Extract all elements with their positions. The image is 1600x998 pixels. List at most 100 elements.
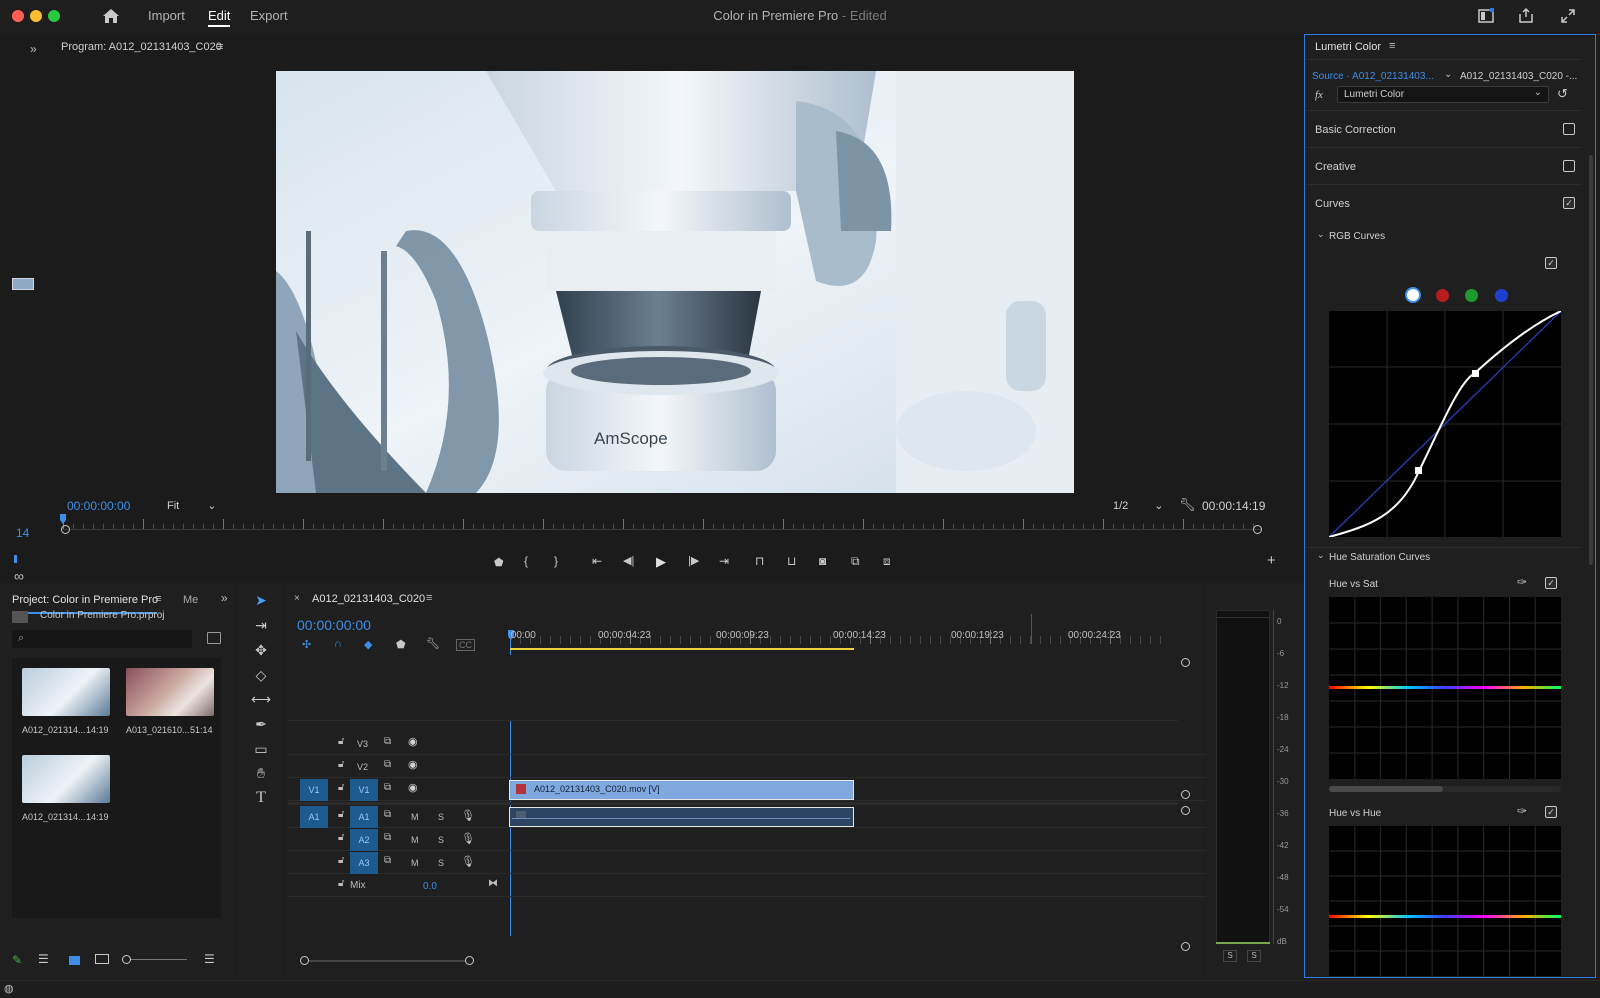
channel-green-button[interactable] [1465, 289, 1478, 302]
curves-header[interactable]: Curves [1315, 198, 1350, 210]
basic-correction-checkbox[interactable] [1563, 123, 1575, 135]
solo-left-button[interactable]: S [1223, 950, 1237, 962]
overwrite-icon[interactable]: ⧈ [883, 554, 891, 569]
lock-track-icon[interactable]: 🔓︎ [338, 736, 344, 747]
hscroll-right-handle[interactable] [465, 956, 474, 965]
project-search-input[interactable]: ⌕ [12, 630, 192, 648]
project-menu-icon[interactable]: ≡ [155, 593, 161, 605]
lock-track-icon[interactable]: 🔓︎ [338, 832, 344, 843]
menu-export[interactable]: Export [250, 8, 288, 23]
mark-in-icon[interactable]: { [524, 554, 528, 568]
mini-playhead[interactable] [14, 555, 17, 563]
extract-icon[interactable]: ⊔ [787, 554, 796, 568]
curves-checkbox[interactable]: ✓ [1563, 197, 1575, 209]
workspace-icon[interactable] [1478, 8, 1494, 24]
menu-edit[interactable]: Edit [208, 8, 231, 27]
type-tool-icon[interactable]: T [250, 787, 272, 809]
mix-expand-icon[interactable]: ⧓ [488, 878, 498, 889]
sort-icon[interactable]: ☰ [204, 952, 215, 966]
freeform-view-icon[interactable] [95, 954, 109, 964]
program-menu-icon[interactable]: ≡ [217, 41, 223, 53]
lumetri-scrollbar[interactable] [1589, 155, 1593, 565]
minimize-window-button[interactable] [30, 10, 42, 22]
hscroll-bar[interactable] [309, 960, 466, 962]
menu-import[interactable]: Import [148, 8, 185, 23]
step-back-icon[interactable]: ◀| [623, 554, 634, 567]
sync-lock-icon[interactable]: ⧉ [384, 809, 391, 820]
solo-right-button[interactable]: S [1247, 950, 1261, 962]
audio-clip[interactable] [509, 807, 854, 827]
close-window-button[interactable] [12, 10, 24, 22]
close-sequence-icon[interactable]: × [294, 593, 300, 604]
program-scrubber-ticks[interactable] [63, 519, 1263, 529]
hue-vs-sat-line[interactable] [1329, 686, 1561, 689]
source-clip-link[interactable]: Source · A012_02131403... [1312, 71, 1434, 82]
sync-lock-icon[interactable]: ⧉ [384, 855, 391, 866]
razor-tool-icon[interactable]: ◇ [250, 664, 272, 686]
program-tab-label[interactable]: Program: A012_02131403_C020 [61, 41, 222, 53]
curve-point-highlights[interactable] [1472, 370, 1479, 377]
voiceover-mic-icon[interactable]: 🎙︎ [461, 832, 475, 845]
sequence-menu-icon[interactable]: ≡ [426, 592, 432, 604]
hue-vs-hue-checkbox[interactable]: ✓ [1545, 806, 1557, 818]
hue-sat-chevron-icon[interactable]: ⌄ [1317, 550, 1325, 561]
sync-lock-icon[interactable]: ⧉ [384, 736, 391, 747]
mute-a3-button[interactable]: M [411, 858, 419, 868]
av-divider[interactable] [288, 802, 1178, 805]
program-current-timecode[interactable]: 00:00:00:00 [67, 499, 130, 513]
mute-a2-button[interactable]: M [411, 835, 419, 845]
rgb-curves-checkbox[interactable]: ✓ [1545, 257, 1557, 269]
track-target-a2[interactable]: A2 [350, 829, 378, 851]
track-target-a1[interactable]: A1 [350, 806, 378, 828]
timeline-settings-icon[interactable]: 🔧︎ [426, 637, 440, 650]
reset-effect-icon[interactable]: ↺ [1557, 86, 1568, 102]
rgb-curves-chevron-icon[interactable]: ⌄ [1317, 229, 1325, 240]
lumetri-tab-label[interactable]: Lumetri Color [1315, 41, 1381, 53]
add-marker-icon[interactable]: ⬟ [494, 556, 504, 569]
media-browser-tab[interactable]: Me [183, 594, 198, 606]
zoom-window-button[interactable] [48, 10, 60, 22]
ripple-edit-tool-icon[interactable]: ✥ [250, 639, 272, 661]
selection-tool-icon[interactable]: ➤ [250, 589, 272, 611]
toggle-output-icon[interactable]: ◉ [408, 781, 418, 794]
video-clip[interactable]: A012_02131403_C020.mov [V] [509, 780, 854, 800]
work-area-bar[interactable] [510, 648, 854, 650]
rectangle-tool-icon[interactable]: ▭ [250, 738, 272, 760]
sync-lock-icon[interactable]: ⧉ [384, 782, 391, 793]
thumbnail-zoom-slider[interactable] [131, 959, 187, 960]
curve-point-shadows[interactable] [1415, 467, 1422, 474]
media-thumbnail-2[interactable] [126, 668, 214, 716]
track-target-v1[interactable]: V1 [350, 779, 378, 801]
track-label-v3[interactable]: V3 [357, 739, 368, 749]
sync-lock-icon[interactable]: ⧉ [384, 832, 391, 843]
hue-vs-sat-scrollbar[interactable] [1329, 786, 1561, 792]
toggle-output-icon[interactable]: ◉ [408, 735, 418, 748]
source-patch-a1[interactable]: A1 [300, 806, 328, 828]
pen-tool-icon[interactable]: ✒ [250, 713, 272, 735]
media-thumbnail-icon[interactable] [12, 278, 34, 290]
basic-correction-header[interactable]: Basic Correction [1315, 124, 1396, 136]
voiceover-mic-icon[interactable]: 🎙︎ [461, 809, 475, 822]
lumetri-menu-icon[interactable]: ≡ [1389, 40, 1395, 52]
lift-icon[interactable]: ⊓ [755, 554, 764, 568]
mark-out-icon[interactable]: } [554, 554, 558, 568]
hscroll-left-handle[interactable] [300, 956, 309, 965]
mute-a1-button[interactable]: M [411, 812, 419, 822]
fullscreen-icon[interactable] [1560, 8, 1576, 24]
vscroll-video-bottom-handle[interactable] [1181, 790, 1190, 799]
hue-vs-hue-line[interactable] [1329, 915, 1561, 918]
program-video-frame[interactable]: AmScope [276, 71, 1074, 493]
eyedropper-icon[interactable]: ✑ [1517, 804, 1527, 818]
sequence-tab-label[interactable]: A012_02131403_C020 [312, 593, 425, 605]
background-tasks-icon[interactable]: ◍ [4, 982, 14, 995]
linked-selection-icon[interactable]: ∩ [334, 638, 342, 650]
hue-vs-hue-graph[interactable] [1329, 826, 1561, 976]
vscroll-top-handle[interactable] [1181, 658, 1190, 667]
fx-toggle-icon[interactable]: fx [1315, 89, 1323, 101]
track-target-a3[interactable]: A3 [350, 852, 378, 874]
icon-view-icon[interactable] [69, 956, 80, 965]
rgb-curves-header[interactable]: RGB Curves [1329, 231, 1385, 242]
new-bin-icon[interactable] [207, 632, 221, 644]
zoom-bar-right-handle[interactable] [1253, 525, 1262, 534]
sync-lock-icon[interactable]: ⧉ [384, 759, 391, 770]
